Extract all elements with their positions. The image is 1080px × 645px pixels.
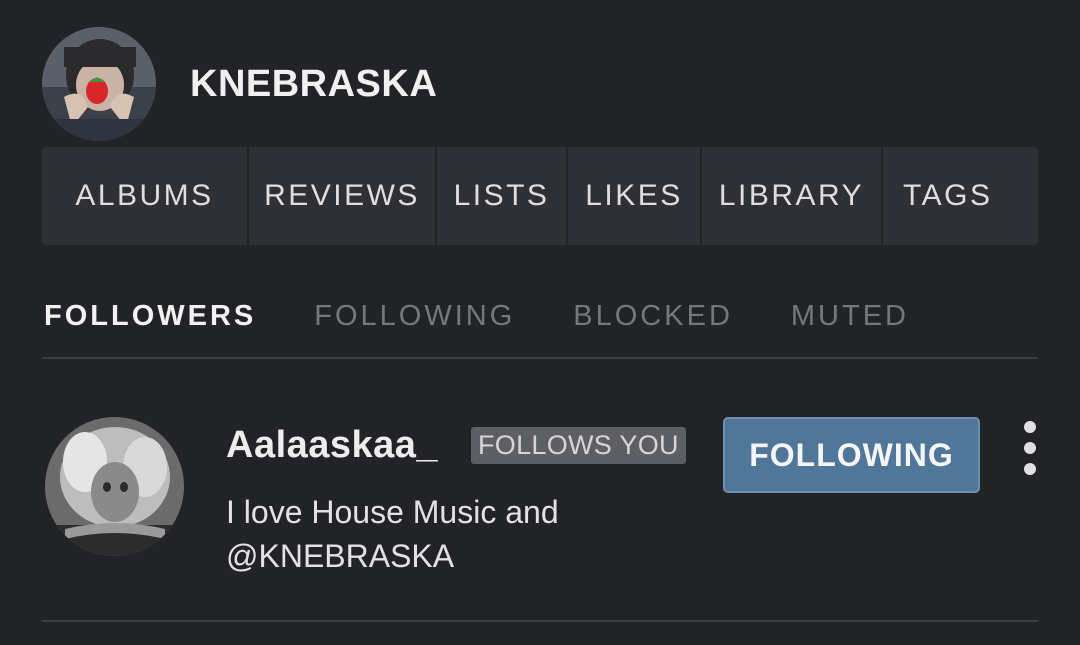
tab-muted[interactable]: MUTED <box>791 296 909 336</box>
sub-tabs: FOLLOWERS FOLLOWING BLOCKED MUTED <box>44 296 967 336</box>
tab-blocked[interactable]: BLOCKED <box>573 296 733 336</box>
follower-avatar[interactable] <box>45 417 184 556</box>
dot <box>1024 463 1036 475</box>
tab-following[interactable]: FOLLOWING <box>314 296 515 336</box>
follower-bio-line: I love House Music and <box>226 494 559 530</box>
follows-you-badge: FOLLOWS YOU <box>471 427 686 464</box>
profile-header: KNEBRASKA <box>42 27 437 141</box>
following-button[interactable]: FOLLOWING <box>723 417 980 493</box>
divider <box>42 620 1038 622</box>
follower-bio-mention[interactable]: @KNEBRASKA <box>226 534 646 578</box>
main-nav: ALBUMS REVIEWS LISTS LIKES LIBRARY TAGS <box>42 147 1038 245</box>
profile-username: KNEBRASKA <box>190 62 438 105</box>
nav-lists[interactable]: LISTS <box>437 147 568 245</box>
more-vertical-icon[interactable] <box>1016 418 1044 478</box>
nav-library[interactable]: LIBRARY <box>702 147 883 245</box>
tab-followers[interactable]: FOLLOWERS <box>44 296 256 336</box>
follower-name[interactable]: Aalaaskaa_ <box>226 424 438 467</box>
profile-avatar[interactable] <box>42 27 156 141</box>
dot <box>1024 421 1036 433</box>
divider <box>42 357 1038 359</box>
nav-tags[interactable]: TAGS <box>883 147 1038 245</box>
nav-reviews[interactable]: REVIEWS <box>249 147 437 245</box>
dot <box>1024 442 1036 454</box>
nav-albums[interactable]: ALBUMS <box>42 147 249 245</box>
profile-page: KNEBRASKA ALBUMS REVIEWS LISTS LIKES LIB… <box>0 0 1080 645</box>
nav-likes[interactable]: LIKES <box>568 147 702 245</box>
follower-bio: I love House Music and @KNEBRASKA <box>226 490 646 578</box>
